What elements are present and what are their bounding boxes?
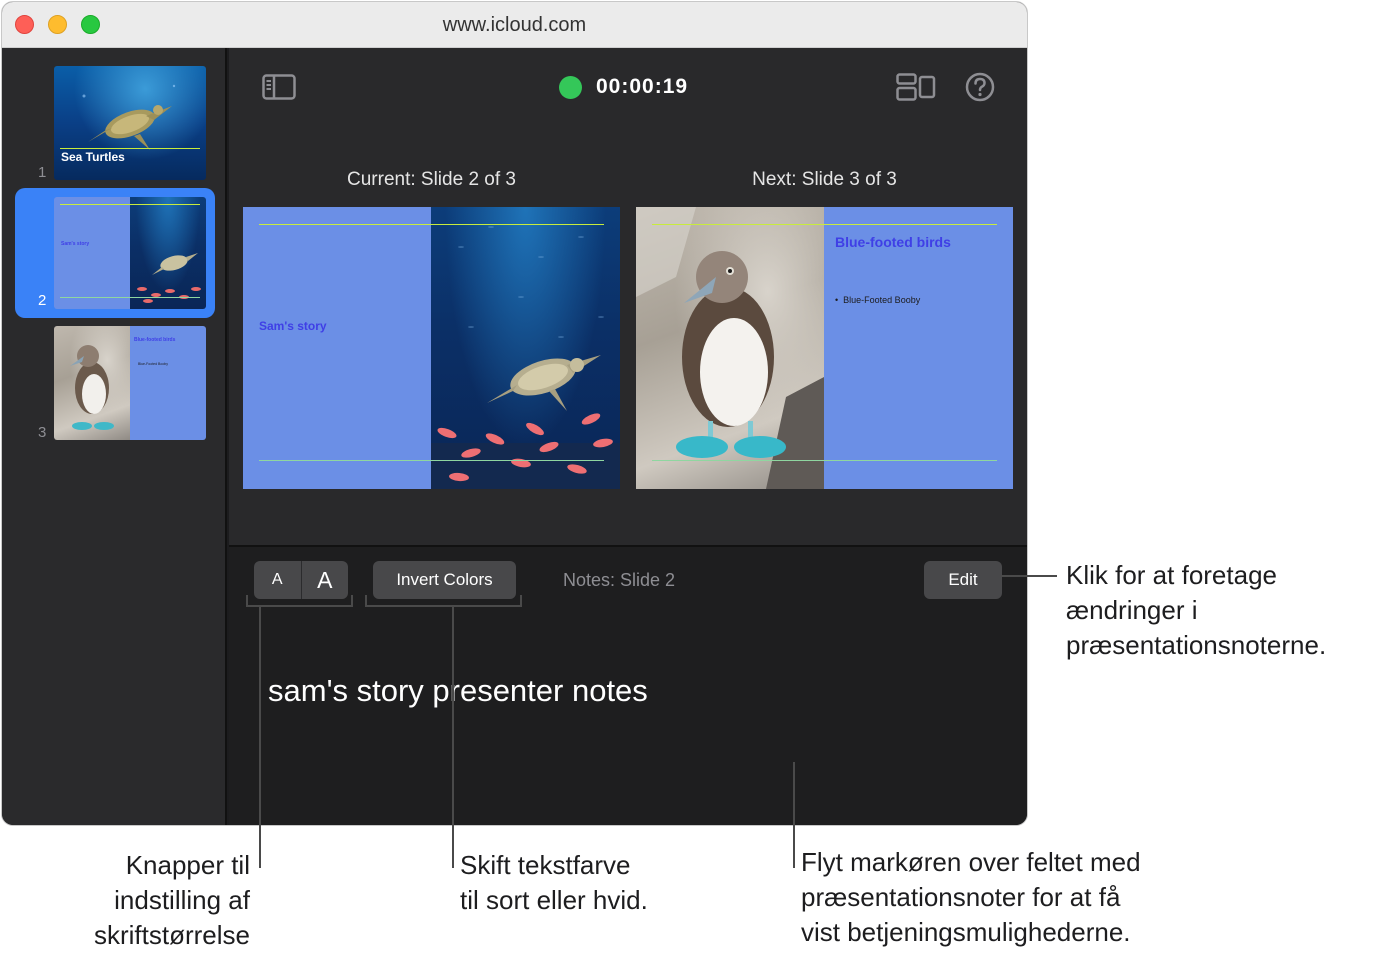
slide-2-preview: Sam's story [54,197,206,309]
slide-guide-line [652,224,997,225]
slide-navigator: 1 Sea Turtles 2 Sam's story 3 Blue-foote… [2,48,227,825]
current-slide-title: Sam's story [259,319,327,333]
slide-guide-line [60,148,200,149]
slide-1-preview: Sea Turtles [54,66,206,180]
slide-1-title: Sea Turtles [61,150,125,164]
slide-3-title: Blue-footed birds [134,337,176,343]
next-slide-bullet: • Blue-Footed Booby [835,295,920,305]
slide-2-title: Sam's story [61,241,90,247]
slide-guide-line [652,460,997,461]
font-size-bracket [246,605,353,607]
slide-3-bullet: Blue-Footed Booby [138,362,168,366]
booby-image [636,207,824,489]
font-size-callout: Knapper til indstilling af skriftstørrel… [60,848,250,953]
presenter-window: www.icloud.com 1 Sea Turtles 2 Sam's sto… [1,1,1028,826]
slide-3-preview: Blue-footed birds Blue-Footed Booby [54,326,206,440]
slide-number: 2 [38,292,47,309]
decrease-font-button[interactable]: A [254,561,302,599]
booby-image [54,326,130,440]
presenter-notes-area[interactable]: A A Invert Colors Notes: Slide 2 Edit sa… [229,545,1027,825]
sidebar-toggle-icon[interactable] [262,74,296,100]
help-icon[interactable] [965,72,995,102]
layout-options-icon[interactable] [896,73,936,101]
slide-text-panel [130,326,206,440]
window-url: www.icloud.com [442,14,587,36]
slide-number: 1 [38,164,47,181]
slide-thumbnail-3[interactable]: 3 Blue-footed birds Blue-Footed Booby [2,320,227,445]
notes-field-callout: Flyt markøren over feltet med præsentati… [801,845,1141,950]
slide-text-panel [54,197,130,309]
callout-line-text: til sort eller hvid. [460,885,648,915]
edit-notes-button[interactable]: Edit [924,561,1002,599]
notes-field-callout-line [793,762,795,868]
timer-status-icon [559,76,582,99]
increase-font-button[interactable]: A [302,561,349,599]
invert-bracket [520,595,522,607]
slide-guide-line [60,297,200,298]
turtle-reef-image [431,226,620,489]
next-slide-caption: Next: Slide 3 of 3 [752,169,897,190]
font-size-control: A A [254,561,348,599]
callout-line-text: Klik for at foretage [1066,560,1277,590]
presenter-main: 00:00:19 Current: Slide 2 of 3 Next: Sli… [229,48,1027,545]
next-slide-bullet-text: Blue-Footed Booby [843,295,921,305]
callout-line-text: Knapper til [125,850,250,880]
notes-label: Notes: Slide 2 [563,570,676,590]
invert-callout: Skift tekstfarve til sort eller hvid. [460,848,648,918]
blue-footed-booby-image [636,207,824,489]
invert-colors-button[interactable]: Invert Colors [373,561,516,599]
ocean-image [130,197,206,309]
edit-callout-line [1001,575,1057,577]
callout-line-text: Skift tekstfarve [460,850,631,880]
slide-thumbnail-2[interactable]: 2 Sam's story [15,188,215,318]
font-size-callout-line [259,606,261,868]
blue-footed-booby-image [70,345,114,430]
slide-guide-line [259,460,604,461]
turtle-reef-image [137,253,201,303]
current-slide-preview: Sam's story [243,207,620,489]
current-slide-caption: Current: Slide 2 of 3 [347,169,516,190]
slide-guide-line [259,224,604,225]
callout-line-text: præsentationsnoter for at få [801,882,1121,912]
font-size-bracket [351,595,353,607]
next-slide-title: Blue-footed birds [835,234,951,250]
invert-callout-line [452,606,454,868]
callout-line-text: skriftstørrelse [94,920,250,950]
callout-line-text: præsentationsnoterne. [1066,630,1327,660]
slide-guide-line [60,204,200,205]
presenter-notes-text[interactable]: sam's story presenter notes [268,673,648,709]
callout-line-text: Flyt markøren over feltet med [801,847,1141,877]
callout-line-text: vist betjeningsmulighederne. [801,917,1131,947]
callout-line-text: ændringer i [1066,595,1198,625]
slide-number: 3 [38,424,47,441]
edit-callout: Klik for at foretage ændringer i præsent… [1066,558,1326,663]
bullet-icon: • [835,295,844,305]
invert-bracket [365,605,522,607]
ocean-image [431,207,620,489]
callout-line-text: indstilling af [114,885,250,915]
slide-thumbnail-1[interactable]: 1 Sea Turtles [2,60,227,185]
elapsed-timer[interactable]: 00:00:19 [596,75,688,99]
next-slide-preview: Blue-footed birds • Blue-Footed Booby [636,207,1013,489]
slide-text-panel [243,207,431,489]
title-bar: www.icloud.com [2,2,1027,48]
